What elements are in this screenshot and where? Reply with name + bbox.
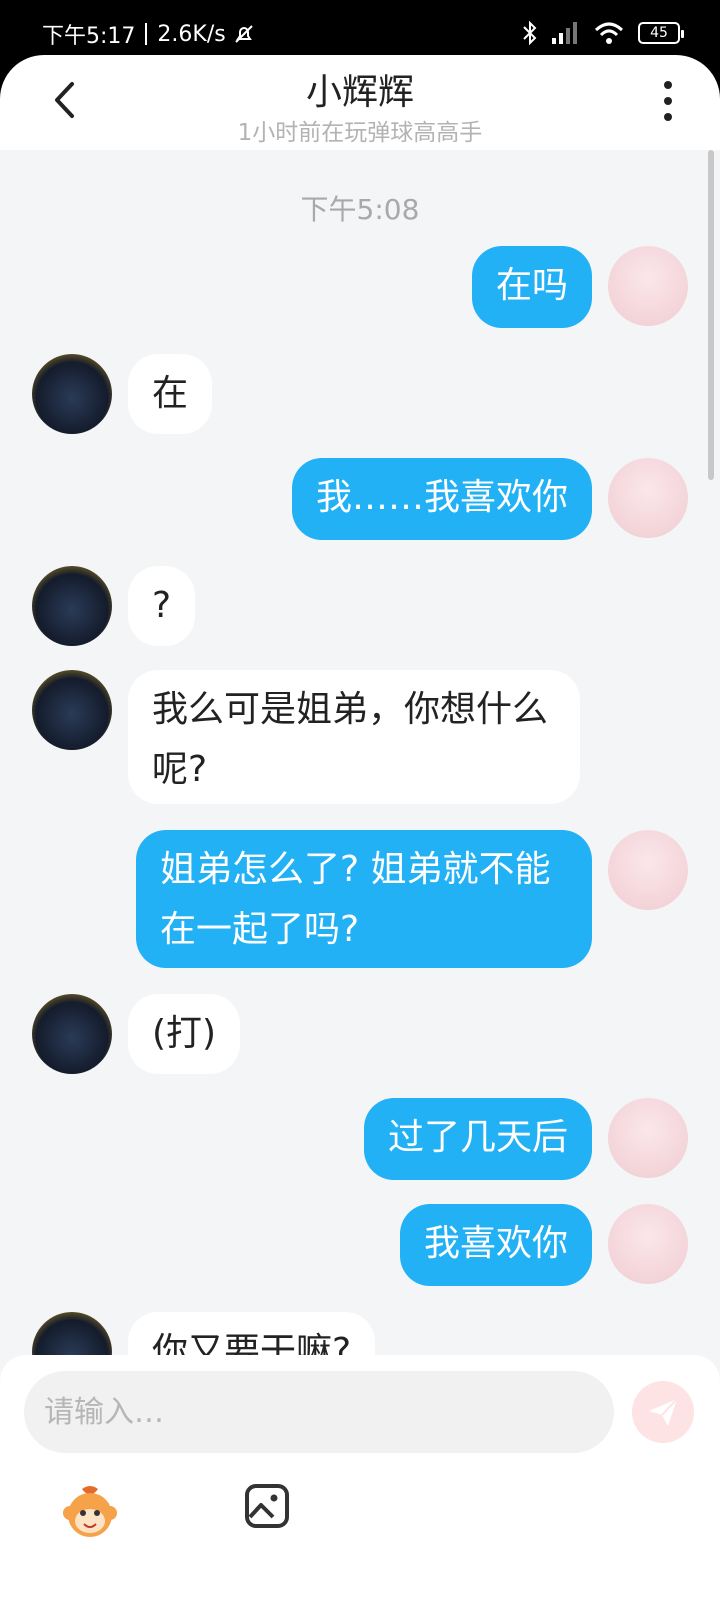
contact-avatar[interactable] <box>32 354 112 434</box>
image-button[interactable] <box>244 1483 290 1529</box>
bluetooth-icon <box>523 20 537 46</box>
message-bubble-received[interactable]: (打) <box>128 994 241 1074</box>
message-bubble-sent[interactable]: 我……我喜欢你 <box>291 458 592 540</box>
message-input[interactable] <box>24 1371 614 1453</box>
wifi-icon <box>594 22 624 44</box>
contact-name: 小辉辉 <box>305 72 414 113</box>
status-right: 45 <box>522 20 684 46</box>
contact-status: 1小时前在玩弹球高高手 <box>237 120 483 146</box>
more-options-button[interactable] <box>656 81 680 121</box>
contact-avatar[interactable] <box>32 994 112 1074</box>
signal-icon <box>552 22 577 44</box>
image-icon <box>245 1484 289 1528</box>
message-bubble-received[interactable]: 在 <box>128 354 213 434</box>
battery-indicator: 45 <box>638 22 684 44</box>
my-avatar[interactable] <box>608 1204 688 1284</box>
message-list[interactable]: 下午5:08 在吗 在 我……我喜欢你 ? 我么可是姐弟，你想什么呢? 姐弟怎么… <box>0 150 720 1380</box>
status-net-speed: 2.6K/s <box>157 21 226 47</box>
emoji-button[interactable] <box>60 1483 120 1543</box>
battery-level: 45 <box>650 25 668 41</box>
my-avatar[interactable] <box>608 830 688 910</box>
chat-scrollbar[interactable] <box>708 150 714 480</box>
my-avatar[interactable] <box>608 246 688 326</box>
message-bubble-sent[interactable]: 我喜欢你 <box>399 1204 592 1286</box>
message-bubble-sent[interactable]: 姐弟怎么了? 姐弟就不能在一起了吗? <box>136 830 592 968</box>
message-bubble-received[interactable]: ? <box>128 566 196 646</box>
message-bubble-received[interactable]: 我么可是姐弟，你想什么呢? <box>128 670 580 804</box>
more-vertical-icon <box>664 81 672 89</box>
my-avatar[interactable] <box>608 458 688 538</box>
status-time: 下午5:17 <box>42 24 136 49</box>
chat-header: 小辉辉 1小时前在玩弹球高高手 <box>0 55 720 150</box>
message-timestamp: 下午5:08 <box>300 193 420 226</box>
send-button[interactable] <box>632 1381 694 1443</box>
status-divider <box>145 23 148 45</box>
status-left: 下午5:17 2.6K/s <box>42 18 256 50</box>
contact-avatar[interactable] <box>32 670 112 750</box>
composer <box>0 1355 720 1600</box>
my-avatar[interactable] <box>608 1098 688 1178</box>
monkey-emoji-icon <box>63 1486 117 1537</box>
paper-plane-icon <box>649 1398 678 1426</box>
message-bubble-sent[interactable]: 过了几天后 <box>363 1098 592 1180</box>
contact-avatar[interactable] <box>32 566 112 646</box>
message-bubble-sent[interactable]: 在吗 <box>471 246 592 328</box>
mute-icon <box>234 25 253 43</box>
